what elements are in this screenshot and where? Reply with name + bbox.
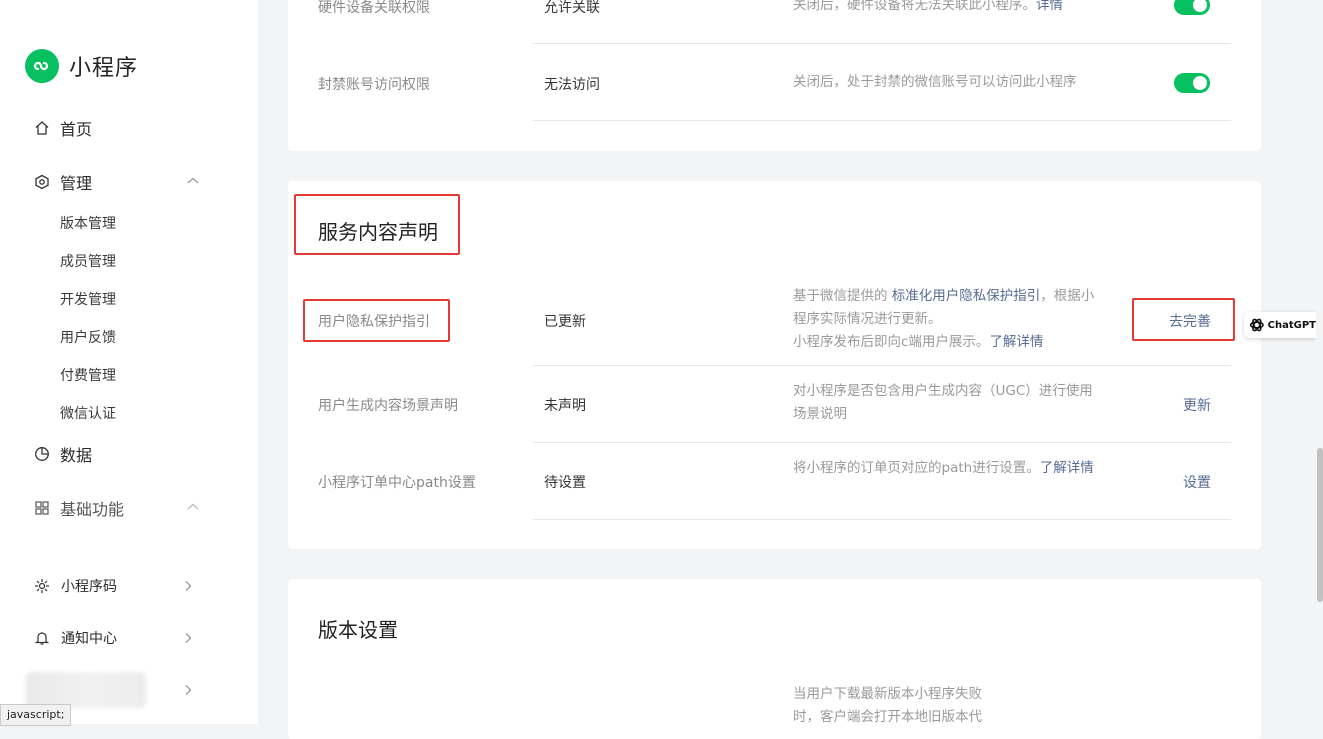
permission-status: 无法访问 <box>544 77 600 93</box>
learn-more-link[interactable]: 了解详情 <box>1040 460 1094 476</box>
divider <box>533 120 1231 121</box>
nav-qrcode[interactable]: 小程序码 <box>33 576 117 596</box>
nav-qrcode-label: 小程序码 <box>61 579 117 595</box>
update-button[interactable]: 更新 <box>1183 395 1211 415</box>
bell-icon <box>33 629 51 647</box>
version-settings-card: 版本设置 当用户下载最新版本小程序失败时，客户端会打开本地旧版本代 <box>288 579 1261 739</box>
ugc-desc: 对小程序是否包含用户生成内容（UGC）进行使用场景说明 <box>793 383 1093 422</box>
chevron-up-icon[interactable] <box>186 500 200 514</box>
chevron-right-icon[interactable] <box>182 632 194 644</box>
highlight-box <box>294 194 460 255</box>
banned-access-toggle[interactable] <box>1174 73 1210 93</box>
home-icon <box>33 119 51 137</box>
chatgpt-icon <box>1249 318 1264 332</box>
divider <box>533 43 1231 44</box>
privacy-guide-desc: 基于微信提供的 标准化用户隐私保护指引，根据小程序实际情况进行更新。 小程序发布后… <box>793 288 1095 350</box>
nav-data-label: 数据 <box>60 446 93 465</box>
nav-payment-manage[interactable]: 付费管理 <box>60 365 116 385</box>
section-title: 版本设置 <box>318 618 398 642</box>
permission-desc: 关闭后，处于封禁的微信账号可以访问此小程序 <box>793 74 1077 90</box>
nav-basic-label: 基础功能 <box>60 500 125 519</box>
scrollbar-track[interactable] <box>1316 0 1323 724</box>
permission-label: 硬件设备关联权限 <box>318 0 430 16</box>
order-path-label: 小程序订单中心path设置 <box>318 475 476 491</box>
nav-manage-label: 管理 <box>60 174 93 193</box>
app-logo[interactable]: 小程序 <box>25 49 138 83</box>
app-name: 小程序 <box>69 56 139 81</box>
nav-notify[interactable]: 通知中心 <box>33 628 117 648</box>
divider <box>533 365 1231 366</box>
nav-manage[interactable]: 管理 <box>33 170 92 194</box>
order-path-desc: 将小程序的订单页对应的path进行设置。了解详情 <box>793 460 1094 476</box>
grid-icon <box>33 499 51 517</box>
nav-basic-features[interactable]: 基础功能 <box>33 496 124 520</box>
nav-user-feedback[interactable]: 用户反馈 <box>60 327 116 347</box>
privacy-guide-status: 已更新 <box>544 314 586 330</box>
privacy-guide-link[interactable]: 标准化用户隐私保护指引 <box>892 288 1041 304</box>
chatgpt-extension-badge[interactable]: ChatGPT <box>1244 312 1316 338</box>
settings-hex-icon <box>33 173 51 191</box>
nav-wechat-verify[interactable]: 微信认证 <box>60 403 116 423</box>
chevron-up-icon[interactable] <box>186 174 200 188</box>
highlight-box <box>303 299 450 342</box>
nav-member-manage[interactable]: 成员管理 <box>60 251 116 271</box>
divider <box>533 442 1231 443</box>
permission-status: 允许关联 <box>544 0 600 16</box>
hardware-toggle[interactable] <box>1174 0 1210 15</box>
version-desc: 当用户下载最新版本小程序失败时，客户端会打开本地旧版本代 <box>793 686 982 725</box>
detail-link[interactable]: 详情 <box>1036 0 1063 13</box>
pie-chart-icon <box>33 445 51 463</box>
ugc-label: 用户生成内容场景声明 <box>318 398 458 414</box>
learn-more-link[interactable]: 了解详情 <box>989 334 1043 350</box>
miniprogram-logo-icon <box>25 49 59 83</box>
ugc-status: 未声明 <box>544 398 586 414</box>
chatgpt-label: ChatGPT <box>1267 319 1316 331</box>
order-path-status: 待设置 <box>544 475 586 491</box>
nav-home-label: 首页 <box>60 120 93 139</box>
scrollbar-thumb[interactable] <box>1317 448 1323 602</box>
highlight-box <box>1132 298 1235 341</box>
chevron-right-icon[interactable] <box>182 580 194 592</box>
nav-notify-label: 通知中心 <box>61 631 117 647</box>
nav-dev-manage[interactable]: 开发管理 <box>60 289 116 309</box>
nav-home[interactable]: 首页 <box>33 116 92 140</box>
permission-desc: 关闭后，硬件设备将无法关联此小程序。详情 <box>793 0 1098 17</box>
divider <box>533 519 1231 520</box>
browser-status-bar: javascript; <box>0 704 72 726</box>
setup-button[interactable]: 设置 <box>1183 472 1211 492</box>
nav-data[interactable]: 数据 <box>33 442 92 466</box>
permissions-card: 硬件设备关联权限 允许关联 关闭后，硬件设备将无法关联此小程序。详情 封禁账号访… <box>288 0 1261 151</box>
qrcode-sun-icon <box>33 577 51 595</box>
blurred-account[interactable] <box>26 672 146 708</box>
permission-label: 封禁账号访问权限 <box>318 77 430 93</box>
chevron-right-icon[interactable] <box>182 684 194 696</box>
nav-version-manage[interactable]: 版本管理 <box>60 213 116 233</box>
sidebar: 小程序 首页 管理 版本管理 成员管理 开发管理 用户反馈 付费管理 微信认证 … <box>0 0 258 724</box>
